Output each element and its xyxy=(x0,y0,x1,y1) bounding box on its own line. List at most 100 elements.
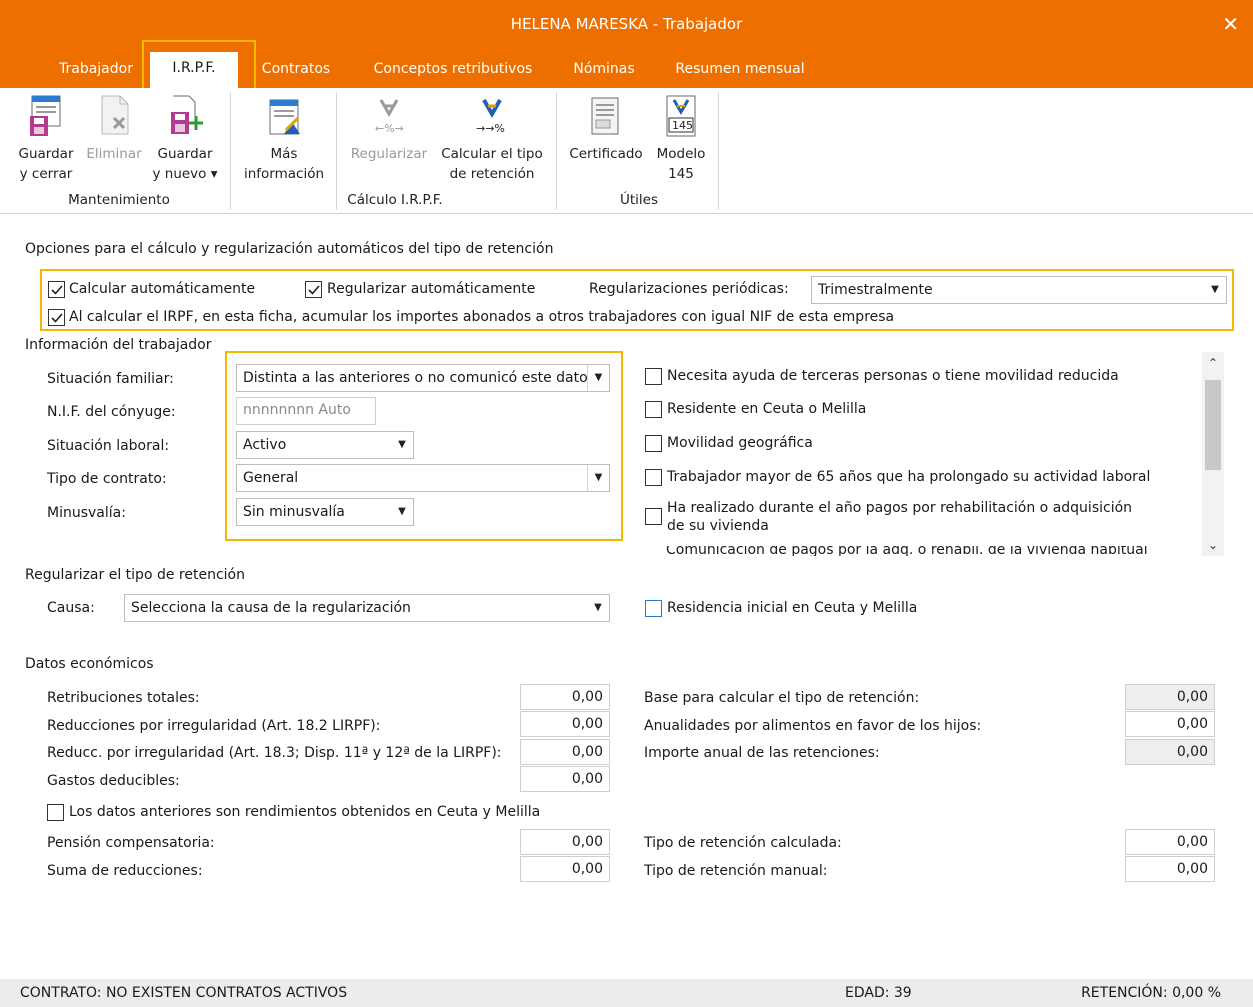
save-new-button[interactable]: Guardar y nuevo ▾ xyxy=(150,94,220,184)
group-label-irpf-calc: Cálculo I.R.P.F. xyxy=(347,192,443,208)
scrollbar-thumb[interactable] xyxy=(1205,380,1221,470)
close-icon[interactable]: ✕ xyxy=(1222,0,1239,48)
housing-communication-label: Comunicación de pagos por la adq. o reha… xyxy=(666,546,1148,556)
manual-rate-label: Tipo de retención manual: xyxy=(644,863,828,879)
regularize-button[interactable]: ←%→ Regularizar xyxy=(344,94,434,164)
status-bar: CONTRATO: NO EXISTEN CONTRATOS ACTIVOS E… xyxy=(0,979,1253,1007)
regularize-auto-label: Regularizar automáticamente xyxy=(327,281,536,297)
compensatory-pension-input[interactable]: 0,00 xyxy=(520,829,610,855)
calculate-rate-label-1: Calcular el tipo xyxy=(441,146,543,162)
employment-status-label: Situación laboral: xyxy=(47,438,170,454)
tab-resumen-mensual[interactable]: Resumen mensual xyxy=(668,56,812,88)
irregularity-reductions-input[interactable]: 0,00 xyxy=(520,711,610,737)
contract-type-select[interactable]: General ▼ xyxy=(236,464,610,492)
worker-info-scrollbar[interactable]: ⌃ ⌄ xyxy=(1202,352,1224,556)
more-info-button[interactable]: Más información xyxy=(236,94,332,184)
clipped-row: Comunicación de pagos por la adq. o reha… xyxy=(666,546,1196,556)
total-remuneration-input[interactable]: 0,00 xyxy=(520,684,610,710)
save-new-icon xyxy=(167,94,203,138)
irregularity-reductions-label: Reducciones por irregularidad (Art. 18.2… xyxy=(47,718,381,734)
housing-payments-label-2: de su vivienda xyxy=(667,518,769,534)
calculate-rate-icon: →→% xyxy=(474,94,510,138)
disability-value: Sin minusvalía xyxy=(243,504,345,520)
auto-options-title: Opciones para el cálculo y regularizació… xyxy=(25,241,554,257)
regularize-auto-checkbox[interactable] xyxy=(305,281,322,298)
svg-text:→→%: →→% xyxy=(476,122,505,135)
tab-trabajador[interactable]: Trabajador xyxy=(50,56,142,88)
spouse-nif-input[interactable]: nnnnnnnn Auto xyxy=(236,397,376,425)
periodic-regularizations-select[interactable]: Trimestralmente ▼ xyxy=(811,276,1227,304)
save-close-label-1: Guardar xyxy=(18,146,74,162)
ceuta-melilla-resident-label: Residente en Ceuta o Melilla xyxy=(667,401,867,417)
save-close-icon xyxy=(28,94,64,138)
delete-button[interactable]: Eliminar xyxy=(82,94,146,164)
accumulate-checkbox[interactable] xyxy=(48,309,65,326)
chevron-up-icon[interactable]: ⌃ xyxy=(1202,352,1224,374)
chevron-down-icon: ▼ xyxy=(1204,277,1226,303)
ceuta-initial-checkbox[interactable] xyxy=(645,600,662,617)
employment-status-value: Activo xyxy=(243,437,287,453)
tab-contratos[interactable]: Contratos xyxy=(252,56,340,88)
certificate-button[interactable]: Certificado xyxy=(564,94,648,164)
tab-conceptos-retributivos[interactable]: Conceptos retributivos xyxy=(362,56,544,88)
housing-payments-label-1: Ha realizado durante el año pagos por re… xyxy=(667,500,1133,516)
chevron-down-icon: ▼ xyxy=(391,499,413,525)
group-label-tools: Útiles xyxy=(619,192,658,208)
regularize-title: Regularizar el tipo de retención xyxy=(25,567,245,583)
cause-label: Causa: xyxy=(47,600,95,616)
more-info-icon xyxy=(266,94,302,138)
employment-status-select[interactable]: Activo ▼ xyxy=(236,431,414,459)
model-145-label-2: 145 xyxy=(668,166,694,182)
annual-retention-label: Importe anual de las retenciones: xyxy=(644,745,880,761)
chevron-down-icon: ▼ xyxy=(587,365,609,391)
save-new-label-2: y nuevo ▾ xyxy=(152,166,218,182)
status-contract: CONTRATO: NO EXISTEN CONTRATOS ACTIVOS xyxy=(20,985,348,1001)
deductible-expenses-input[interactable]: 0,00 xyxy=(520,766,610,792)
ceuta-income-checkbox[interactable] xyxy=(47,804,64,821)
calc-auto-checkbox[interactable] xyxy=(48,281,65,298)
family-situation-label: Situación familiar: xyxy=(47,371,174,387)
ribbon-separator xyxy=(718,92,719,210)
status-retention: RETENCIÓN: 0,00 % xyxy=(1081,985,1221,1001)
child-support-label: Anualidades por alimentos en favor de lo… xyxy=(644,718,982,734)
ceuta-initial-label: Residencia inicial en Ceuta y Melilla xyxy=(667,600,918,616)
model-145-button[interactable]: 145 Modelo 145 xyxy=(652,94,710,184)
cause-select[interactable]: Selecciona la causa de la regularización… xyxy=(124,594,610,622)
over-65-checkbox[interactable] xyxy=(645,469,662,486)
save-close-button[interactable]: Guardar y cerrar xyxy=(14,94,78,184)
third-party-help-checkbox[interactable] xyxy=(645,368,662,385)
third-party-help-label: Necesita ayuda de terceras personas o ti… xyxy=(667,368,1119,384)
sum-reductions-input[interactable]: 0,00 xyxy=(520,856,610,882)
ceuta-income-label: Los datos anteriores son rendimientos ob… xyxy=(69,804,541,820)
svg-text:←%→: ←%→ xyxy=(375,122,404,135)
geographic-mobility-checkbox[interactable] xyxy=(645,435,662,452)
model-145-icon: 145 xyxy=(663,94,699,138)
chevron-down-icon[interactable]: ⌄ xyxy=(1202,534,1224,556)
save-close-label-2: y cerrar xyxy=(19,166,73,182)
spouse-nif-label: N.I.F. del cónyuge: xyxy=(47,404,176,420)
contract-type-value: General xyxy=(243,470,299,486)
chevron-down-icon: ▼ xyxy=(391,432,413,458)
housing-payments-checkbox[interactable] xyxy=(645,508,662,525)
calc-auto-label: Calcular automáticamente xyxy=(69,281,256,297)
regularize-icon: ←%→ xyxy=(371,94,407,138)
manual-rate-input[interactable]: 0,00 xyxy=(1125,856,1215,882)
family-situation-select[interactable]: Distinta a las anteriores o no comunicó … xyxy=(236,364,610,392)
more-info-label-2: información xyxy=(243,166,325,182)
irregularity-reductions-183-input[interactable]: 0,00 xyxy=(520,739,610,765)
certificate-label: Certificado xyxy=(569,146,643,162)
model-145-label-1: Modelo xyxy=(656,146,706,162)
ceuta-melilla-resident-checkbox[interactable] xyxy=(645,401,662,418)
tab-nominas[interactable]: Nóminas xyxy=(565,56,643,88)
calculate-rate-button[interactable]: →→% Calcular el tipo de retención xyxy=(434,94,550,184)
disability-select[interactable]: Sin minusvalía ▼ xyxy=(236,498,414,526)
tab-irpf[interactable]: I.R.P.F. xyxy=(150,52,238,88)
child-support-input[interactable]: 0,00 xyxy=(1125,711,1215,737)
model-145-icon-text: 145 xyxy=(672,119,693,132)
rate-base-label: Base para calcular el tipo de retención: xyxy=(644,690,920,706)
window-title: HELENA MARESKA - Trabajador xyxy=(510,15,743,33)
chevron-down-icon: ▼ xyxy=(587,465,609,491)
delete-icon xyxy=(96,94,132,138)
rate-base-input: 0,00 xyxy=(1125,684,1215,710)
calculated-rate-input[interactable]: 0,00 xyxy=(1125,829,1215,855)
